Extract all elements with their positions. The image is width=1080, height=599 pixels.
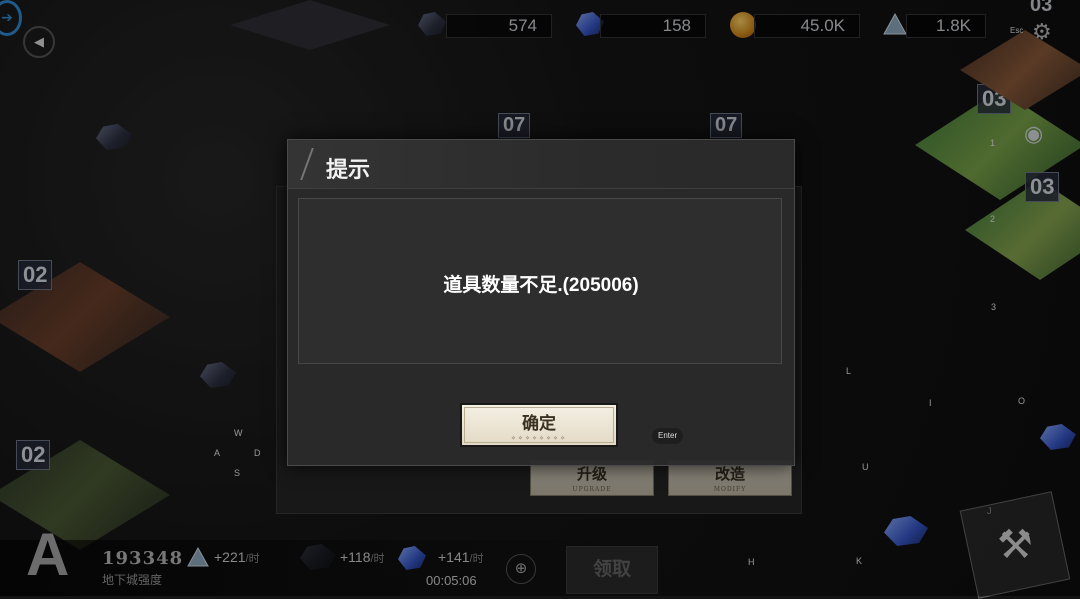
dialog-message: 道具数量不足.(205006)	[443, 275, 639, 296]
confirm-ornament: ✧✧✧✧✧✧✧✧	[510, 435, 568, 442]
dialog-title: 提示	[326, 157, 371, 183]
chevron-decoration-icon	[286, 148, 314, 180]
notice-dialog: 提示 道具数量不足.(205006) 确定 ✧✧✧✧✧✧✧✧	[286, 139, 795, 466]
confirm-button[interactable]: 确定 ✧✧✧✧✧✧✧✧	[460, 403, 618, 447]
confirm-label: 确定	[522, 414, 556, 434]
dialog-header: 提示	[286, 140, 794, 189]
enter-key-hint: Enter	[652, 428, 684, 444]
